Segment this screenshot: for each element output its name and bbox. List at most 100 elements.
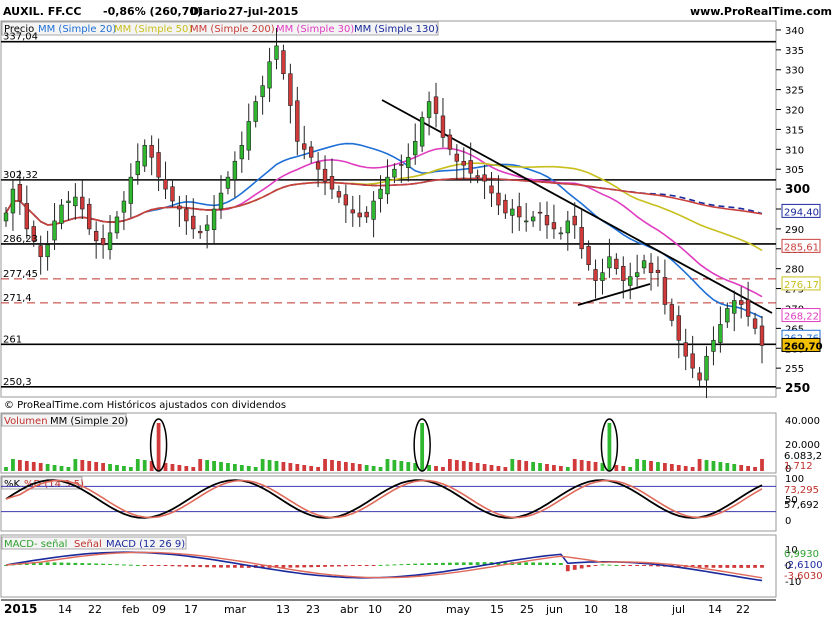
x-axis-label: 13: [276, 603, 290, 616]
volume-bar: [461, 461, 466, 471]
macd-hist-bar: [80, 563, 85, 565]
volume-bar: [302, 465, 307, 471]
candle-down: [149, 145, 154, 158]
volume-bar: [732, 464, 737, 471]
volume-bar: [642, 460, 646, 471]
candle-up: [600, 272, 605, 281]
chart-canvas: AUXIL. FF.CC -0,86% (260,70) Diario 27-j…: [0, 0, 835, 616]
candle-up: [628, 276, 633, 286]
macd-signal-label: Señal: [74, 539, 102, 550]
macd-hist-bar: [545, 562, 549, 565]
candle-up: [225, 176, 231, 189]
candle-down: [579, 227, 584, 250]
candle-down: [683, 342, 688, 357]
macd-hist-bar: [572, 565, 577, 570]
header-title: AUXIL. FF.CC: [3, 5, 81, 18]
macd-hist-bar: [87, 563, 92, 565]
candle-up: [59, 204, 64, 224]
price-tick-label: 300: [785, 182, 810, 196]
x-axis-label: 20: [398, 603, 412, 616]
volume-bar: [66, 467, 71, 471]
volume-bar: [170, 464, 175, 471]
volume-bar: [205, 460, 210, 471]
macd-hist-bar: [177, 565, 182, 567]
macd-hist-bar: [184, 565, 189, 567]
macd-hist-bar: [579, 565, 584, 569]
macd-hist-bar: [524, 562, 529, 565]
candle-down: [517, 206, 522, 218]
price-tick-label: 325: [785, 86, 804, 97]
macd-tag-macd: -2,6100: [784, 560, 823, 571]
candle-down: [350, 209, 355, 214]
volume-bar: [31, 462, 36, 471]
volume-bar: [330, 460, 334, 471]
candle-down: [295, 100, 300, 142]
macd-hist-bar: [232, 565, 237, 568]
volume-bar: [371, 466, 376, 471]
candle-down: [739, 300, 744, 305]
macd-hist-bar: [635, 565, 640, 566]
macd-hist-bar: [59, 562, 64, 565]
volume-bar: [239, 465, 244, 471]
candle-down: [357, 212, 362, 218]
candle-up: [128, 176, 134, 204]
volume-bar: [434, 466, 438, 471]
volume-bar: [115, 465, 119, 471]
volume-tag-vol: 1.712: [784, 461, 813, 472]
candle-down: [690, 353, 695, 369]
candle-up: [530, 216, 536, 222]
candle-down: [461, 160, 466, 166]
macd-hist-bar: [385, 564, 390, 566]
macd-hist-bar: [538, 562, 542, 565]
x-axis-label: 09: [152, 603, 166, 616]
volume-bar: [295, 464, 300, 471]
volume-bar: [496, 466, 501, 471]
value-tag: 268,22: [784, 312, 819, 323]
volume-bar: [503, 467, 508, 471]
price-legend: Precio MM (Simple 20)MM (Simple 50)MM (Si…: [1, 21, 439, 36]
candle-down: [482, 174, 487, 182]
candle-up: [641, 260, 647, 269]
macd-hist-bar: [316, 565, 321, 568]
x-axis-label: feb: [122, 603, 140, 616]
candle-up: [385, 176, 390, 195]
volume-bar: [399, 461, 404, 471]
level-label: 337,04: [3, 32, 38, 43]
price-tick-label: 310: [785, 145, 804, 156]
macd-hist-bar: [357, 565, 362, 566]
value-tag: 260,70: [784, 341, 823, 352]
macd-hist-bar: [149, 565, 154, 566]
candle-down: [156, 152, 161, 178]
volume-bar: [545, 464, 549, 471]
volume-bar: [378, 467, 383, 471]
candle-down: [93, 230, 99, 242]
candle-down: [662, 277, 668, 305]
volume-bar: [489, 465, 494, 471]
x-axis-label: 25: [520, 603, 534, 616]
macd-hist-bar: [427, 563, 431, 565]
macd-hist-bar: [226, 565, 230, 568]
volume-bar: [274, 461, 279, 471]
macd-hist-bar: [205, 565, 210, 568]
volume-bar: [468, 462, 473, 471]
macd-hist-bar: [45, 562, 50, 565]
x-axis-label: 10: [584, 603, 598, 616]
candle-down: [100, 238, 106, 246]
volume-bar: [142, 460, 147, 471]
macd-hist-bar: [746, 565, 751, 568]
macd-hist-bar: [760, 565, 764, 568]
candle-up: [66, 200, 71, 203]
macd-hist-bar: [739, 565, 744, 568]
level-label: 271,4: [3, 293, 32, 304]
macd-hist-bar: [531, 562, 536, 565]
volume-bar: [669, 464, 674, 471]
volume-bar: [656, 462, 660, 471]
candle-up: [45, 244, 50, 258]
macd-hist-bar: [52, 562, 57, 565]
macd-hist-bar: [468, 562, 473, 565]
macd-hist-bar: [101, 563, 105, 565]
macd-hist-bar: [475, 562, 480, 565]
volume-bar: [11, 459, 15, 471]
candle-down: [496, 192, 501, 206]
candle-down: [198, 230, 203, 234]
